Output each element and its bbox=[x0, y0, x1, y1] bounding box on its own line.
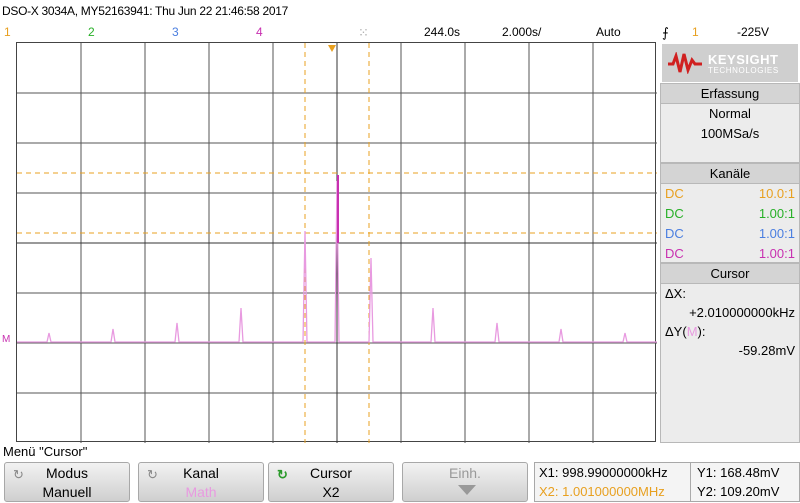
channels-panel: Kanäle DC 10.0:1 DC 1.00:1 DC 1.00:1 DC … bbox=[660, 163, 800, 263]
channel-coupling: DC bbox=[665, 246, 684, 261]
channel-row: DC 1.00:1 bbox=[661, 224, 799, 244]
delta-y-label: ΔY(M): bbox=[661, 322, 799, 341]
delta-y-channel: M bbox=[686, 324, 698, 339]
x2-readout: X2: 1.001000000MHz bbox=[539, 484, 665, 499]
menu-title: Menü "Cursor" bbox=[3, 444, 88, 459]
channel-probe: 1.00:1 bbox=[758, 246, 795, 261]
channel-1-indicator[interactable]: 1 bbox=[4, 25, 11, 39]
softkey-units[interactable]: Einh. bbox=[402, 462, 528, 502]
channel-coupling: DC bbox=[665, 206, 684, 221]
channel-probe: 10.0:1 bbox=[758, 186, 795, 201]
softkey-title: Cursor bbox=[309, 465, 352, 481]
channel-coupling: DC bbox=[665, 186, 684, 201]
channel-status-row: 1 2 3 4 ⁙ 244.0s 2.000s/ Auto ⨍ 1 -225V bbox=[0, 22, 800, 42]
logo-brand-text: KEYSIGHT bbox=[708, 52, 779, 67]
trigger-channel: 1 bbox=[692, 25, 699, 39]
status-bar: DSO-X 3034A, MY52163941: Thu Jun 22 21:4… bbox=[0, 0, 800, 22]
y2-readout: Y2: 109.20mV bbox=[697, 484, 780, 499]
softkey-title: Einh. bbox=[449, 465, 481, 481]
readout-divider bbox=[690, 463, 691, 501]
time-per-division: 2.000s/ bbox=[502, 25, 542, 39]
delta-x-label: ΔX: bbox=[665, 286, 686, 301]
softkey-title: Kanal bbox=[183, 465, 219, 481]
trigger-level: -225V bbox=[737, 25, 770, 39]
delta-y-suffix: ): bbox=[697, 324, 706, 339]
submenu-arrow-icon bbox=[458, 485, 476, 495]
keysight-wave-icon bbox=[668, 52, 702, 74]
softkey-mode[interactable]: ↻ Modus Manuell bbox=[4, 462, 130, 502]
channel-row: DC 1.00:1 bbox=[661, 244, 799, 264]
delta-y-value: -59.28mV bbox=[738, 343, 795, 358]
channel-4-indicator[interactable]: 4 bbox=[256, 25, 263, 39]
acquisition-header: Erfassung bbox=[661, 84, 799, 104]
acquisition-mode: Normal bbox=[709, 106, 751, 121]
instrument-title: DSO-X 3034A, MY52163941: Thu Jun 22 21:4… bbox=[2, 4, 288, 18]
keysight-logo: KEYSIGHT TECHNOLOGIES bbox=[662, 44, 798, 82]
logo-sub-text: TECHNOLOGIES bbox=[708, 66, 779, 75]
channels-header: Kanäle bbox=[661, 164, 799, 184]
y1-readout: Y1: 168.48mV bbox=[697, 465, 780, 480]
softkey-value: Manuell bbox=[42, 484, 92, 500]
trigger-edge-icon: ⨍ bbox=[662, 25, 669, 40]
channel-2-indicator[interactable]: 2 bbox=[88, 25, 95, 39]
sample-rate: 100MSa/s bbox=[700, 126, 760, 141]
channel-row: DC 10.0:1 bbox=[661, 184, 799, 204]
x1-readout: X1: 998.99000000kHz bbox=[539, 465, 668, 480]
trigger-mode: Auto bbox=[596, 25, 621, 39]
softkey-title: Modus bbox=[45, 465, 89, 481]
softkey-cursor[interactable]: ↻ Cursor X2 bbox=[268, 462, 394, 502]
delta-x-value: +2.010000000kHz bbox=[689, 305, 795, 320]
cursor-header: Cursor bbox=[661, 264, 799, 284]
channel-probe: 1.00:1 bbox=[758, 206, 795, 221]
channel-row: DC 1.00:1 bbox=[661, 204, 799, 224]
waveform-display[interactable] bbox=[16, 42, 657, 443]
delta-y-prefix: ΔY( bbox=[665, 324, 687, 339]
busy-spinner-icon: ⁙ bbox=[358, 25, 369, 40]
channel-3-indicator[interactable]: 3 bbox=[172, 25, 179, 39]
softkey-value: Math bbox=[185, 484, 217, 500]
softkey-value: X2 bbox=[322, 484, 340, 500]
math-ground-marker: M bbox=[2, 334, 11, 345]
cursor-panel: Cursor ΔX: +2.010000000kHz ΔY(M): -59.28… bbox=[660, 263, 800, 443]
time-position: 244.0s bbox=[424, 25, 461, 39]
acquisition-panel: Erfassung Normal 100MSa/s bbox=[660, 83, 800, 163]
graticule-svg bbox=[17, 43, 657, 443]
channel-coupling: DC bbox=[665, 226, 684, 241]
cursor-readout: X1: 998.99000000kHz X2: 1.001000000MHz Y… bbox=[534, 462, 800, 502]
softkey-channel[interactable]: ↻ Kanal Math bbox=[138, 462, 264, 502]
channel-probe: 1.00:1 bbox=[758, 226, 795, 241]
trigger-position-marker bbox=[328, 45, 336, 52]
